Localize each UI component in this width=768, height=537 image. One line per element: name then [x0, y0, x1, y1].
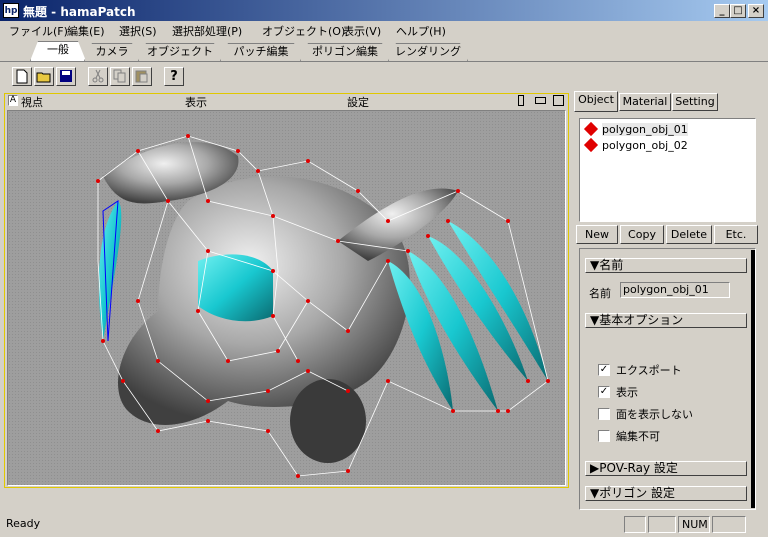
new-file-button[interactable]	[12, 67, 32, 86]
polygon-settings-header[interactable]: ▼ポリゴン 設定	[585, 486, 747, 501]
export-checkbox[interactable]: ✓	[598, 364, 610, 376]
split-horizontal-icon[interactable]	[535, 97, 546, 104]
display-label: 表示	[616, 386, 638, 399]
app-icon: hp	[3, 3, 19, 18]
tab-object[interactable]: オブジェクト	[138, 43, 222, 61]
etc-button[interactable]: Etc.	[714, 225, 758, 244]
tab-polygon-edit[interactable]: ポリゴン編集	[300, 43, 390, 61]
polygon-object-icon	[583, 137, 599, 153]
menu-object[interactable]: オブジェクト(O)	[262, 23, 345, 39]
export-label: エクスポート	[616, 364, 682, 377]
object-name: polygon_obj_02	[602, 139, 688, 152]
new-object-button[interactable]: New	[576, 225, 618, 244]
polygon-object-icon	[583, 121, 599, 137]
delete-object-button[interactable]: Delete	[666, 225, 712, 244]
save-disk-icon	[60, 70, 72, 82]
open-folder-button[interactable]	[34, 67, 54, 86]
close-button[interactable]: ×	[748, 4, 764, 18]
tab-rendering[interactable]: レンダリング	[388, 43, 468, 61]
settings-menu[interactable]: 設定	[347, 94, 369, 110]
tab-camera[interactable]: カメラ	[84, 43, 140, 61]
paste-icon	[135, 70, 148, 83]
display-checkbox[interactable]: ✓	[598, 386, 610, 398]
window-title: 無題 - hamaPatch	[23, 5, 136, 19]
num-lock-indicator: NUM	[678, 516, 710, 533]
model-render	[96, 134, 550, 478]
list-item[interactable]: polygon_obj_02	[583, 137, 688, 153]
status-panel-2	[648, 516, 676, 533]
tab-general[interactable]: 一般	[30, 41, 86, 61]
not-editable-label: 編集不可	[616, 430, 660, 443]
object-list[interactable]: polygon_obj_01 polygon_obj_02	[579, 118, 756, 222]
split-vertical-icon[interactable]	[518, 95, 524, 106]
menu-select[interactable]: 選択(S)	[119, 23, 157, 39]
hide-faces-checkbox[interactable]	[598, 408, 610, 420]
copy-object-button[interactable]: Copy	[620, 225, 664, 244]
cut-icon	[92, 69, 104, 83]
menu-file[interactable]: ファイル(F)	[9, 23, 68, 39]
split-quad-icon[interactable]	[553, 95, 564, 106]
open-folder-icon	[36, 72, 51, 83]
menu-edit[interactable]: 編集(E)	[67, 23, 105, 39]
title-bar[interactable]: hp 無題 - hamaPatch _ □ ×	[0, 0, 768, 21]
tab-setting-panel[interactable]: Setting	[672, 93, 718, 111]
display-menu[interactable]: 表示	[185, 94, 207, 110]
menu-view[interactable]: 表示(V)	[343, 23, 381, 39]
status-text: Ready	[6, 517, 41, 530]
minimize-button[interactable]: _	[714, 4, 730, 18]
viewport-corner-button[interactable]: A	[8, 95, 18, 106]
name-label: 名前	[589, 287, 611, 300]
cut-button[interactable]	[88, 67, 108, 86]
tab-divider	[0, 61, 768, 62]
tab-material-panel[interactable]: Material	[619, 93, 671, 111]
new-file-icon	[16, 69, 28, 84]
copy-button[interactable]	[110, 67, 130, 86]
viewport-header: A 視点 表示 設定	[5, 94, 568, 110]
paste-button[interactable]	[132, 67, 152, 86]
not-editable-checkbox[interactable]	[598, 430, 610, 442]
menu-bar: ファイル(F) 編集(E) 選択(S) 選択部処理(P) オブジェクト(O) 表…	[0, 21, 768, 40]
tab-object-panel[interactable]: Object	[574, 91, 618, 112]
3d-viewport[interactable]	[7, 110, 566, 486]
viewpoint-menu[interactable]: 視点	[21, 94, 43, 110]
copy-icon	[113, 69, 126, 83]
menu-selection-process[interactable]: 選択部処理(P)	[172, 23, 242, 39]
status-panel-1	[624, 516, 646, 533]
basic-options-header[interactable]: ▼基本オプション	[585, 313, 747, 328]
povray-settings-header[interactable]: ▶POV-Ray 設定	[585, 461, 747, 476]
properties-scrollbar[interactable]	[751, 250, 755, 508]
save-button[interactable]	[56, 67, 76, 86]
name-field[interactable]: polygon_obj_01	[620, 282, 730, 298]
object-name: polygon_obj_01	[602, 123, 688, 136]
help-button[interactable]: ?	[164, 67, 184, 86]
menu-help[interactable]: ヘルプ(H)	[396, 23, 446, 39]
status-panel-4	[712, 516, 746, 533]
tab-patch-edit[interactable]: パッチ編集	[220, 43, 302, 61]
maximize-button[interactable]: □	[730, 4, 746, 18]
list-item[interactable]: polygon_obj_01	[583, 121, 688, 137]
name-section-header[interactable]: ▼名前	[585, 258, 747, 273]
hide-faces-label: 面を表示しない	[616, 408, 693, 421]
